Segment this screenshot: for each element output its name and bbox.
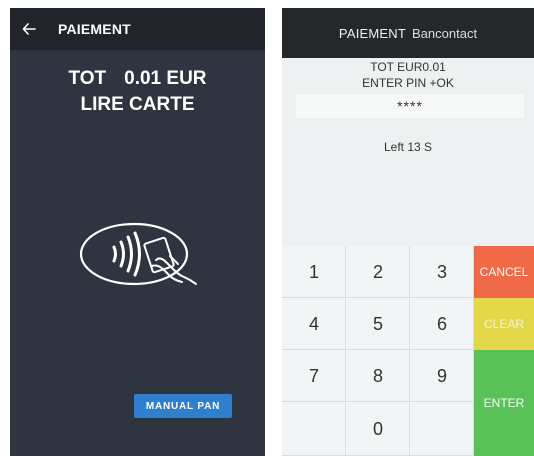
payment-scheme-label: Bancontact: [412, 25, 478, 41]
key-2[interactable]: 2: [346, 246, 410, 298]
key-4[interactable]: 4: [282, 298, 346, 350]
read-card-instruction: LIRE CARTE: [80, 94, 195, 115]
manual-pan-button[interactable]: MANUAL PAN: [134, 394, 232, 418]
amount-line: TOT EUR0.01: [370, 60, 446, 74]
page-title: PAIEMENT: [338, 25, 407, 41]
app-bar: PAIEMENT: [10, 8, 265, 50]
pin-instruction: ENTER PIN +OK: [362, 76, 454, 90]
key-7[interactable]: 7: [282, 350, 346, 402]
amount-value: 0.01 EUR: [124, 68, 207, 89]
key-blank-left: [282, 402, 346, 456]
amount-display: TOT 0.01 EUR: [10, 68, 265, 90]
key-1[interactable]: 1: [282, 246, 346, 298]
key-0[interactable]: 0: [346, 402, 410, 456]
cancel-button[interactable]: CANCEL: [474, 246, 534, 298]
enter-button[interactable]: ENTER: [474, 350, 534, 456]
key-8[interactable]: 8: [346, 350, 410, 402]
pin-field[interactable]: ****: [296, 94, 524, 118]
pin-entry-screen: PAIEMENT Bancontact TOT EUR0.01 ENTER PI…: [282, 8, 534, 456]
key-6[interactable]: 6: [410, 298, 474, 350]
contactless-card-icon: [78, 218, 200, 290]
countdown-timer: Left 13 S: [383, 140, 433, 154]
key-9[interactable]: 9: [410, 350, 474, 402]
page-title: PAIEMENT: [58, 21, 131, 37]
back-arrow-icon[interactable]: [22, 22, 36, 36]
key-3[interactable]: 3: [410, 246, 474, 298]
clear-button[interactable]: CLEAR: [474, 298, 534, 350]
amount-label: TOT: [68, 68, 107, 89]
key-blank-right: [410, 402, 474, 456]
pin-keypad: 1 2 3 CANCEL 4 5 6 CLEAR 7 8 9 ENTER 0: [282, 246, 534, 456]
key-5[interactable]: 5: [346, 298, 410, 350]
payment-read-card-screen: PAIEMENT TOT 0.01 EUR LIRE CARTE MANUAL P…: [10, 8, 265, 456]
app-bar: PAIEMENT Bancontact: [282, 8, 534, 58]
